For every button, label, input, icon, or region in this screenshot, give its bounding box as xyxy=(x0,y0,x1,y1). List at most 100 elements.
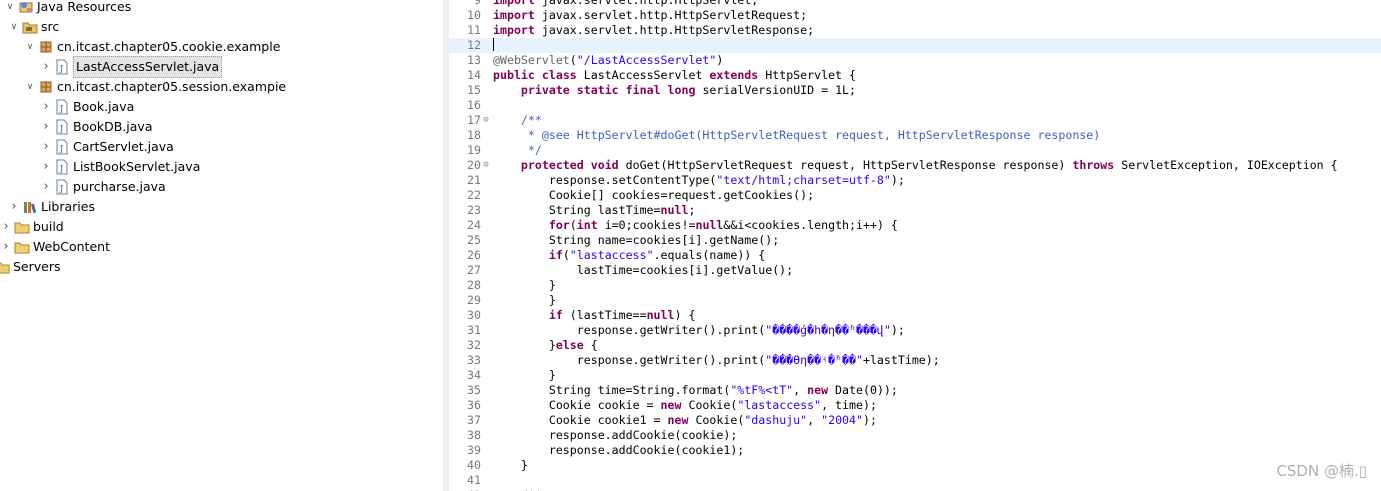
code-line[interactable]: 30 if (lastTime==null) { xyxy=(449,308,1381,323)
project-explorer: ∨ Java Resources ∨ src ∨ cn.itcast.chapter05.… xyxy=(0,0,444,491)
code-line[interactable]: 27 lastTime=cookies[i].getValue(); xyxy=(449,263,1381,278)
collapse-chevron-icon[interactable]: › xyxy=(40,97,52,117)
tree-item-label: Book.java xyxy=(73,99,135,114)
code-line[interactable]: 37 Cookie cookie1 = new Cookie("dashuju"… xyxy=(449,413,1381,428)
code-line[interactable]: 13 @WebServlet("/LastAccessServlet") xyxy=(449,53,1381,68)
code-line[interactable]: 33 response.getWriter().print("���ϴη��ʵ�… xyxy=(449,353,1381,368)
collapse-chevron-icon[interactable]: › xyxy=(0,217,12,237)
line-number: 33 xyxy=(467,353,481,367)
code-text: } xyxy=(493,278,556,292)
tree-item[interactable]: › J ListBookServlet.java xyxy=(40,157,200,177)
line-number: 25 xyxy=(467,233,481,247)
folder-icon xyxy=(14,219,30,235)
collapse-chevron-icon[interactable]: › xyxy=(40,57,52,77)
tree-item[interactable]: › build xyxy=(0,217,63,237)
code-line[interactable]: 34 } xyxy=(449,368,1381,383)
svg-text:J: J xyxy=(59,164,63,173)
tree-item[interactable]: ∨ cn.itcast.chapter05.session.exampie xyxy=(24,77,286,97)
expand-chevron-icon[interactable]: ∨ xyxy=(24,37,36,57)
tree-item-label: cn.itcast.chapter05.cookie.example xyxy=(57,39,281,54)
line-number: 28 xyxy=(467,278,481,292)
tree-item[interactable]: › J CartServlet.java xyxy=(40,137,174,157)
collapse-chevron-icon[interactable]: › xyxy=(40,157,52,177)
tree-item[interactable]: › Libraries xyxy=(8,197,95,217)
expand-chevron-icon[interactable]: ∨ xyxy=(4,0,16,17)
line-number: 9 xyxy=(474,0,481,7)
expand-chevron-icon[interactable]: ∨ xyxy=(8,17,20,37)
line-number: 20 xyxy=(467,158,481,172)
code-line[interactable]: 25 String name=cookies[i].getName(); xyxy=(449,233,1381,248)
code-line[interactable]: 23 String lastTime=null; xyxy=(449,203,1381,218)
code-text: response.setContentType("text/html;chars… xyxy=(493,173,905,187)
code-line[interactable]: 10 import javax.servlet.http.HttpServletR… xyxy=(449,8,1381,23)
code-text: for(int i=0;cookies!=null&&i<cookies.len… xyxy=(548,218,898,232)
code-line[interactable]: 15 private static final long serialVersi… xyxy=(449,83,1381,98)
tree-item[interactable]: › Jpurcharse.java xyxy=(40,177,166,197)
code-text: Cookie cookie1 = new Cookie("dashuju", "… xyxy=(493,413,877,427)
tree-item-label: purcharse.java xyxy=(73,179,166,194)
code-line[interactable]: 20 ⊝ protected void doGet(HttpServletRequ… xyxy=(449,158,1381,173)
collapse-chevron-icon[interactable]: › xyxy=(0,237,12,257)
line-number: 19 xyxy=(467,143,481,157)
code-line[interactable]: 9 import javax.servlet.http.HttpServlet; xyxy=(449,0,1381,8)
code-line[interactable]: 40 } xyxy=(449,458,1381,473)
code-editor[interactable]: 9 import javax.servlet.http.HttpServlet; 1… xyxy=(449,0,1381,491)
code-line[interactable]: 28 } xyxy=(449,278,1381,293)
code-text: response.getWriter().print("����ǵ�һ�η��ʱ… xyxy=(493,323,905,337)
svg-text:J: J xyxy=(59,184,63,193)
code-line[interactable]: 14 public class LastAccessServlet extends… xyxy=(449,68,1381,83)
code-line[interactable]: 36 Cookie cookie = new Cookie("lastacces… xyxy=(449,398,1381,413)
code-line[interactable]: 22 Cookie[] cookies=request.getCookies()… xyxy=(449,188,1381,203)
collapse-chevron-icon[interactable]: › xyxy=(8,197,20,217)
code-text: Cookie cookie = new Cookie("lastaccess",… xyxy=(493,398,877,412)
line-number: 26 xyxy=(467,248,481,262)
code-line[interactable]: 18 * @see HttpServlet#doGet(HttpServletR… xyxy=(449,128,1381,143)
fold-toggle-icon[interactable]: ⊝ xyxy=(482,113,490,128)
tree-item-label: CartServlet.java xyxy=(73,139,174,154)
code-line[interactable]: 12 xyxy=(449,38,1381,53)
line-number: 24 xyxy=(467,218,481,232)
code-line[interactable]: 29 } xyxy=(449,293,1381,308)
tree-item[interactable]: › WebContent xyxy=(0,237,110,257)
line-number: 38 xyxy=(467,428,481,442)
tree-item-label: Java Resources xyxy=(37,0,132,14)
collapse-chevron-icon[interactable]: › xyxy=(40,117,52,137)
fold-toggle-icon[interactable]: ⊝ xyxy=(482,158,490,173)
code-line[interactable]: 11 import javax.servlet.http.HttpServletR… xyxy=(449,23,1381,38)
code-line[interactable]: 32 }else { xyxy=(449,338,1381,353)
line-number: 37 xyxy=(467,413,481,427)
line-number: 40 xyxy=(467,458,481,472)
code-line[interactable]: 24 for(int i=0;cookies!=null&&i<cookies.… xyxy=(449,218,1381,233)
line-number: 14 xyxy=(467,68,481,82)
tree-item[interactable]: ∨ cn.itcast.chapter05.cookie.example xyxy=(24,37,281,57)
code-line[interactable]: 31 response.getWriter().print("����ǵ�һ�η… xyxy=(449,323,1381,338)
tree-item[interactable]: › J BookDB.java xyxy=(40,117,152,137)
code-line[interactable]: 16 xyxy=(449,98,1381,113)
tree-item[interactable]: Servers xyxy=(0,257,61,277)
code-text: } xyxy=(493,368,556,382)
code-text: /** xyxy=(520,113,542,127)
collapse-chevron-icon[interactable]: › xyxy=(40,177,52,197)
svg-text:J: J xyxy=(59,64,63,73)
tree-item[interactable]: › J Book.java xyxy=(40,97,134,117)
code-line[interactable]: 41 xyxy=(449,473,1381,488)
code-line[interactable]: 39 response.addCookie(cookie1); xyxy=(449,443,1381,458)
java-file-icon: J xyxy=(54,179,70,195)
tree-item[interactable]: › J LastAccessServlet.java xyxy=(40,56,223,78)
code-line[interactable]: 35 String time=String.format("%tF%<tT", … xyxy=(449,383,1381,398)
code-line[interactable]: 26 if("lastaccess".equals(name)) { xyxy=(449,248,1381,263)
libraries-icon xyxy=(22,199,38,215)
line-number: 32 xyxy=(467,338,481,352)
line-number: 10 xyxy=(467,8,481,22)
collapse-chevron-icon[interactable]: › xyxy=(40,137,52,157)
expand-chevron-icon[interactable]: ∨ xyxy=(24,77,36,97)
code-line[interactable]: 21 response.setContentType("text/html;ch… xyxy=(449,173,1381,188)
tree-item[interactable]: ∨ src xyxy=(8,17,60,37)
code-text: Cookie[] cookies=request.getCookies(); xyxy=(493,188,815,202)
tree-item[interactable]: ∨ Java Resources xyxy=(4,0,132,17)
code-line[interactable]: 38 response.addCookie(cookie); xyxy=(449,428,1381,443)
code-line[interactable]: 17 ⊝ /** xyxy=(449,113,1381,128)
code-line[interactable]: 19 */ xyxy=(449,143,1381,158)
code-text: String lastTime=null; xyxy=(493,203,696,217)
svg-text:J: J xyxy=(59,144,63,153)
